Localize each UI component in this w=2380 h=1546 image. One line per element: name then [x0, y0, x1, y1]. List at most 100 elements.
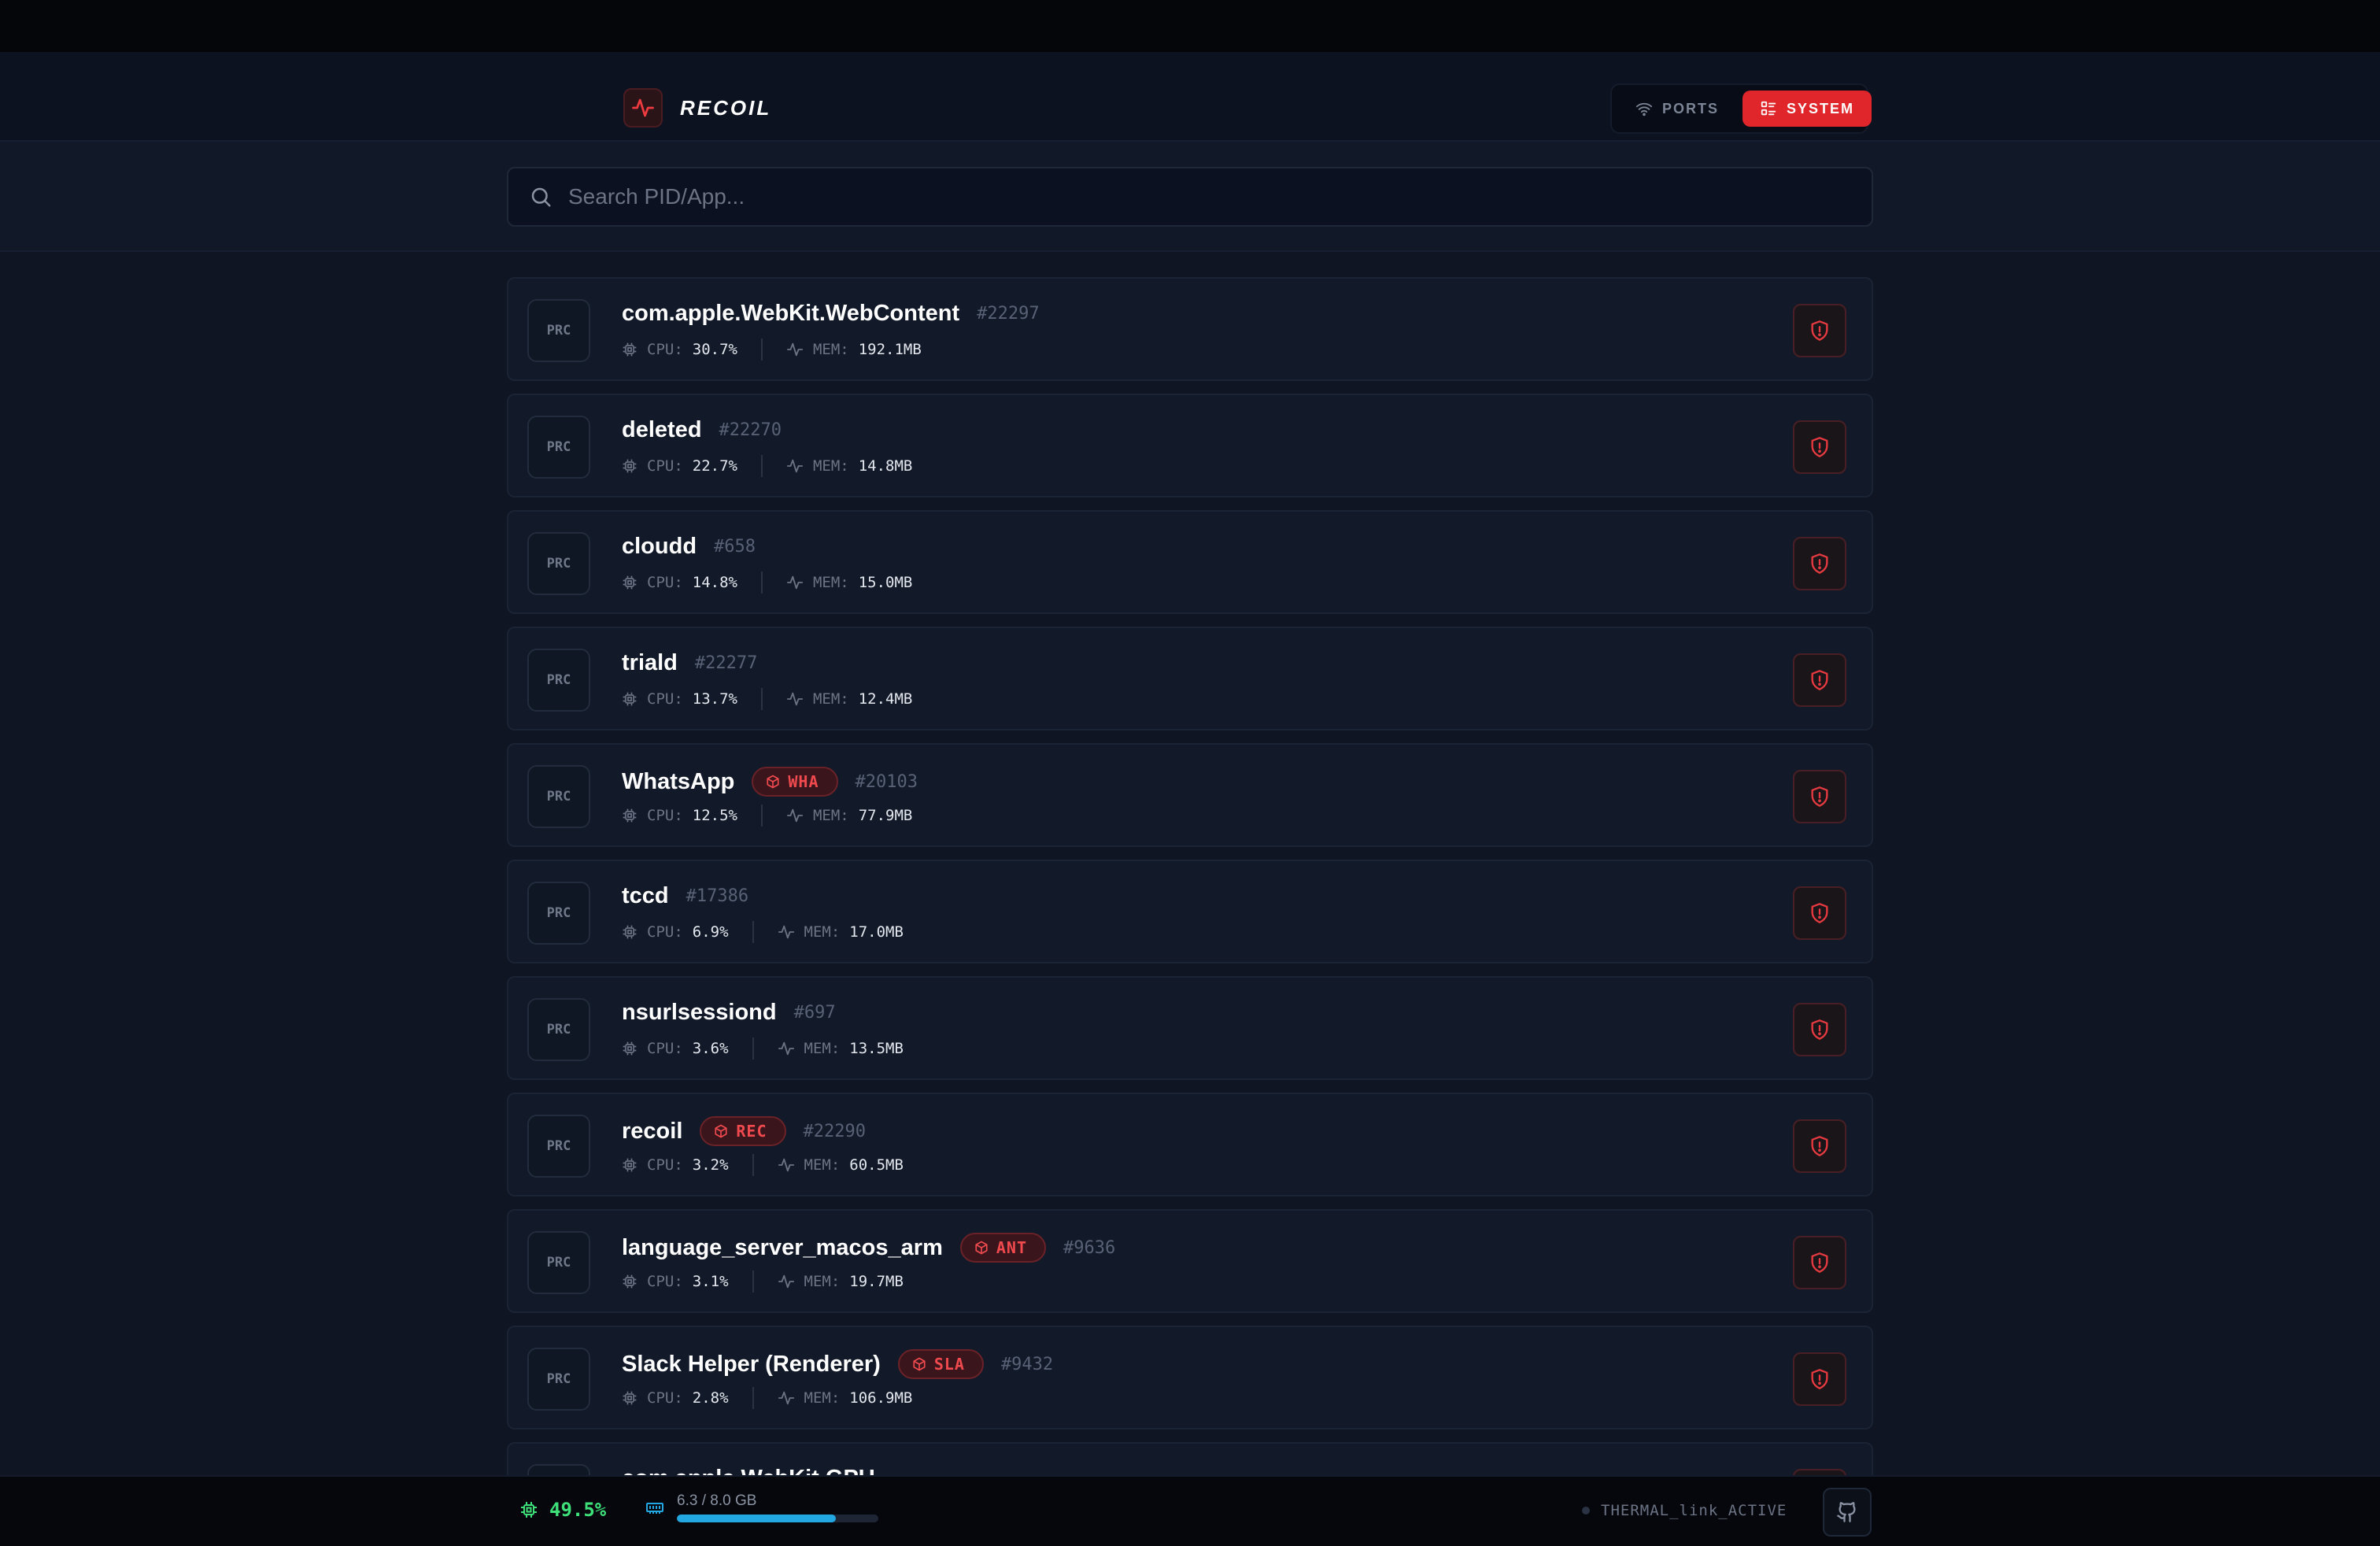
- stat-divider: [752, 1154, 754, 1176]
- process-pid: #17386: [686, 886, 749, 906]
- process-row[interactable]: PRC recoil REC #22290 CPU: 3.2% MEM: 60.…: [507, 1093, 1873, 1196]
- process-type-badge: PRC: [527, 532, 590, 595]
- process-row[interactable]: PRC language_server_macos_arm ANT #9636 …: [507, 1209, 1873, 1313]
- kill-process-button[interactable]: [1793, 304, 1846, 357]
- cpu-chip-icon: [623, 1391, 637, 1405]
- kill-process-button[interactable]: [1793, 653, 1846, 707]
- cpu-value: 3.1%: [692, 1273, 729, 1290]
- process-row[interactable]: PRC Slack Helper (Renderer) SLA #9432 CP…: [507, 1326, 1873, 1429]
- cube-icon: [715, 1124, 727, 1138]
- kill-process-button[interactable]: [1793, 1003, 1846, 1056]
- process-pid: #22270: [719, 420, 782, 440]
- kill-process-button[interactable]: [1793, 1119, 1846, 1173]
- search-box[interactable]: [507, 167, 1873, 227]
- cpu-label: CPU:: [647, 923, 683, 941]
- mem-value: 13.5MB: [849, 1040, 904, 1057]
- process-stats: CPU: 12.5% MEM: 77.9MB: [622, 804, 912, 827]
- shield-alert-icon: [1811, 786, 1828, 807]
- kill-process-button[interactable]: [1793, 537, 1846, 590]
- process-pid: #22290: [803, 1121, 866, 1141]
- cpu-value: 6.9%: [692, 923, 729, 941]
- cpu-chip-icon: [623, 575, 637, 590]
- process-type-badge: PRC: [527, 998, 590, 1061]
- process-name: deleted: [622, 417, 702, 442]
- activity-icon: [786, 692, 804, 706]
- app-title: RECOIL: [680, 95, 772, 120]
- cpu-label: CPU:: [647, 1273, 683, 1290]
- app-tag: WHA: [752, 767, 838, 797]
- shield-alert-icon: [1811, 437, 1828, 457]
- process-stats: CPU: 3.6% MEM: 13.5MB: [622, 1037, 904, 1060]
- process-name: cloudd: [622, 534, 697, 559]
- process-pid: #22277: [694, 653, 758, 673]
- mem-value: 19.7MB: [849, 1273, 904, 1290]
- app-tag: SLA: [897, 1349, 984, 1379]
- stat-divider: [760, 804, 763, 827]
- ports-tab[interactable]: PORTS: [1618, 91, 1736, 127]
- mem-label: MEM:: [812, 341, 849, 358]
- shield-alert-icon: [1811, 670, 1828, 690]
- process-name: language_server_macos_arm: [622, 1234, 943, 1260]
- cpu-value: 30.7%: [692, 341, 737, 358]
- process-list: PRC com.apple.WebKit.WebContent #22297 C…: [507, 277, 1873, 1546]
- cpu-chip-icon: [623, 1274, 637, 1289]
- kill-process-button[interactable]: [1793, 1352, 1846, 1406]
- activity-icon: [786, 459, 804, 473]
- activity-icon: [778, 1158, 794, 1172]
- process-row[interactable]: PRC com.apple.WebKit.WebContent #22297 C…: [507, 277, 1873, 381]
- cpu-label: CPU:: [647, 341, 683, 358]
- app-tag: REC: [700, 1116, 786, 1146]
- cpu-value: 13.7%: [692, 690, 737, 708]
- github-icon: [1837, 1502, 1856, 1522]
- stat-divider: [760, 338, 763, 361]
- search-input[interactable]: [568, 184, 1828, 209]
- memory-usage-bar: [677, 1515, 878, 1522]
- kill-process-button[interactable]: [1793, 886, 1846, 940]
- cpu-value: 2.8%: [692, 1389, 729, 1407]
- cpu-chip-icon: [623, 342, 637, 357]
- mem-label: MEM:: [804, 1156, 841, 1174]
- process-type-badge: PRC: [527, 299, 590, 362]
- cpu-value: 12.5%: [692, 807, 737, 824]
- system-tab[interactable]: SYSTEM: [1743, 91, 1872, 127]
- shield-alert-icon: [1811, 1252, 1828, 1273]
- process-row[interactable]: PRC deleted #22270 CPU: 22.7% MEM: 14.8M…: [507, 394, 1873, 497]
- mem-value: 17.0MB: [849, 923, 904, 941]
- cpu-chip-icon: [623, 459, 637, 473]
- kill-process-button[interactable]: [1793, 1236, 1846, 1289]
- process-row[interactable]: PRC triald #22277 CPU: 13.7% MEM: 12.4MB: [507, 627, 1873, 730]
- shield-alert-icon: [1811, 320, 1828, 341]
- process-stats: CPU: 22.7% MEM: 14.8MB: [622, 455, 912, 477]
- process-row[interactable]: PRC nsurlsessiond #697 CPU: 3.6% MEM: 13…: [507, 976, 1873, 1080]
- github-button[interactable]: [1823, 1488, 1872, 1537]
- activity-icon: [778, 1041, 794, 1056]
- footer-memory-text: 6.3 / 8.0 GB: [677, 1492, 757, 1509]
- activity-icon: [778, 925, 794, 939]
- process-name: Slack Helper (Renderer): [622, 1351, 881, 1377]
- cpu-label: CPU:: [647, 690, 683, 708]
- os-menu-bar: [0, 0, 2380, 52]
- mem-value: 106.9MB: [849, 1389, 913, 1407]
- ports-tab-label: PORTS: [1662, 100, 1720, 117]
- process-stats: CPU: 6.9% MEM: 17.0MB: [622, 921, 904, 943]
- mem-label: MEM:: [812, 457, 849, 475]
- cpu-label: CPU:: [647, 807, 683, 824]
- process-row[interactable]: PRC cloudd #658 CPU: 14.8% MEM: 15.0MB: [507, 510, 1873, 614]
- mem-label: MEM:: [812, 574, 849, 591]
- cpu-chip-icon: [623, 925, 637, 939]
- cpu-label: CPU:: [647, 1156, 683, 1174]
- process-row[interactable]: PRC tccd #17386 CPU: 6.9% MEM: 17.0MB: [507, 860, 1873, 963]
- kill-process-button[interactable]: [1793, 420, 1846, 474]
- memory-usage-fill: [677, 1515, 837, 1522]
- app-tag-label: WHA: [788, 772, 819, 791]
- mem-value: 192.1MB: [858, 341, 922, 358]
- shield-alert-icon: [1811, 1136, 1828, 1156]
- cpu-chip-icon: [623, 808, 637, 823]
- kill-process-button[interactable]: [1793, 770, 1846, 823]
- app-tag-label: REC: [736, 1122, 767, 1141]
- activity-icon: [778, 1391, 794, 1405]
- process-row[interactable]: PRC WhatsApp WHA #20103 CPU: 12.5% MEM: …: [507, 743, 1873, 847]
- process-type-badge: PRC: [527, 649, 590, 712]
- stat-divider: [760, 571, 763, 594]
- stat-divider: [752, 1387, 754, 1409]
